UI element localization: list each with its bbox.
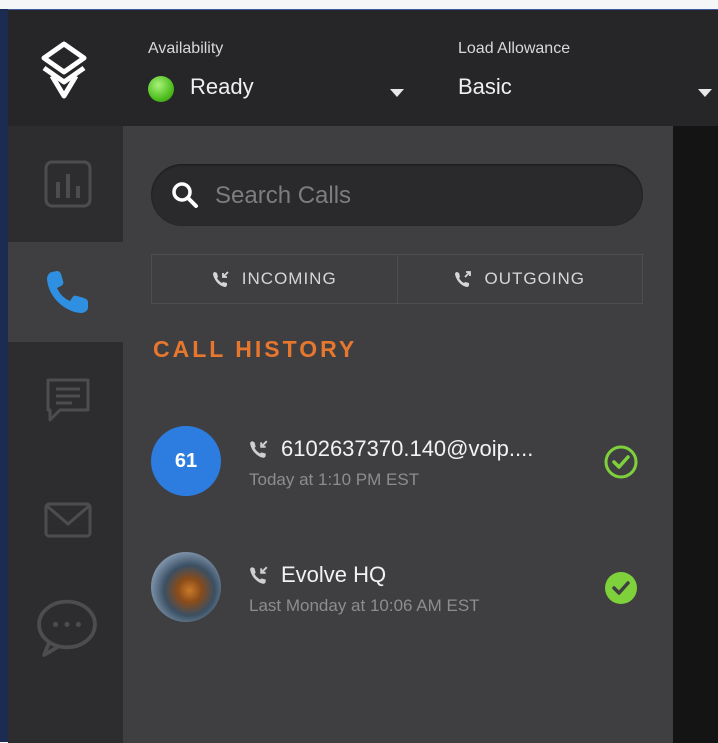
top-header: Availability Ready Load Allowance Basic [8,10,718,126]
left-nav-rail [8,126,123,743]
call-title-line: Evolve HQ [249,560,386,590]
analytics-icon [44,160,92,208]
chat-bubble-icon [37,599,97,657]
ready-status-dot [148,76,174,102]
tab-incoming[interactable]: INCOMING [152,255,397,303]
call-history-item[interactable]: 61 6102637370.140@voip.... Today at 1:10… [151,426,651,506]
call-contact-name: 6102637370.140@voip.... [281,436,534,461]
nav-calls[interactable] [8,242,123,342]
tab-incoming-label: INCOMING [241,269,337,288]
outgoing-call-icon [455,271,472,287]
call-contact-name: Evolve HQ [281,562,387,587]
avatar [151,552,221,622]
call-direction-tabs: INCOMING OUTGOING [151,254,643,304]
search-bar[interactable] [151,164,643,226]
load-allowance-caret-icon [698,89,712,97]
call-timestamp: Today at 1:10 PM EST [249,470,420,489]
incoming-call-icon [250,566,268,584]
phone-icon [47,271,88,313]
availability-label: Availability [148,40,224,57]
tab-outgoing[interactable]: OUTGOING [396,255,643,303]
search-input[interactable] [213,177,617,215]
nav-mail[interactable] [8,470,123,570]
nav-transcripts[interactable] [8,350,123,450]
incoming-call-icon [250,440,268,458]
nav-chat[interactable] [8,578,123,678]
window-edge [0,9,8,742]
chat-transcript-icon [46,378,90,422]
availability-value: Ready [190,74,254,99]
incoming-call-icon [212,271,229,287]
app-logo-icon [41,41,87,99]
load-allowance-dropdown[interactable]: Basic [454,68,718,110]
load-allowance-label: Load Allowance [458,40,571,57]
calls-panel: INCOMING OUTGOING CALL HISTORY 61 610263… [123,126,673,743]
mail-icon [44,502,92,538]
load-allowance-value: Basic [458,74,512,99]
check-outline-icon [604,445,638,479]
check-filled-icon [605,572,637,604]
content-area [673,126,718,743]
call-timestamp: Last Monday at 10:06 AM EST [249,596,480,615]
availability-caret-icon [390,89,404,97]
avatar: 61 [151,426,221,496]
nav-analytics[interactable] [8,134,123,234]
call-history-title: CALL HISTORY [153,336,358,362]
call-title-line: 6102637370.140@voip.... [249,434,533,464]
search-icon [172,182,198,208]
tab-outgoing-label: OUTGOING [484,269,586,288]
call-history-item[interactable]: Evolve HQ Last Monday at 10:06 AM EST [151,552,651,632]
availability-dropdown[interactable]: Ready [144,68,410,110]
app-window: Availability Ready Load Allowance Basic [8,9,718,743]
